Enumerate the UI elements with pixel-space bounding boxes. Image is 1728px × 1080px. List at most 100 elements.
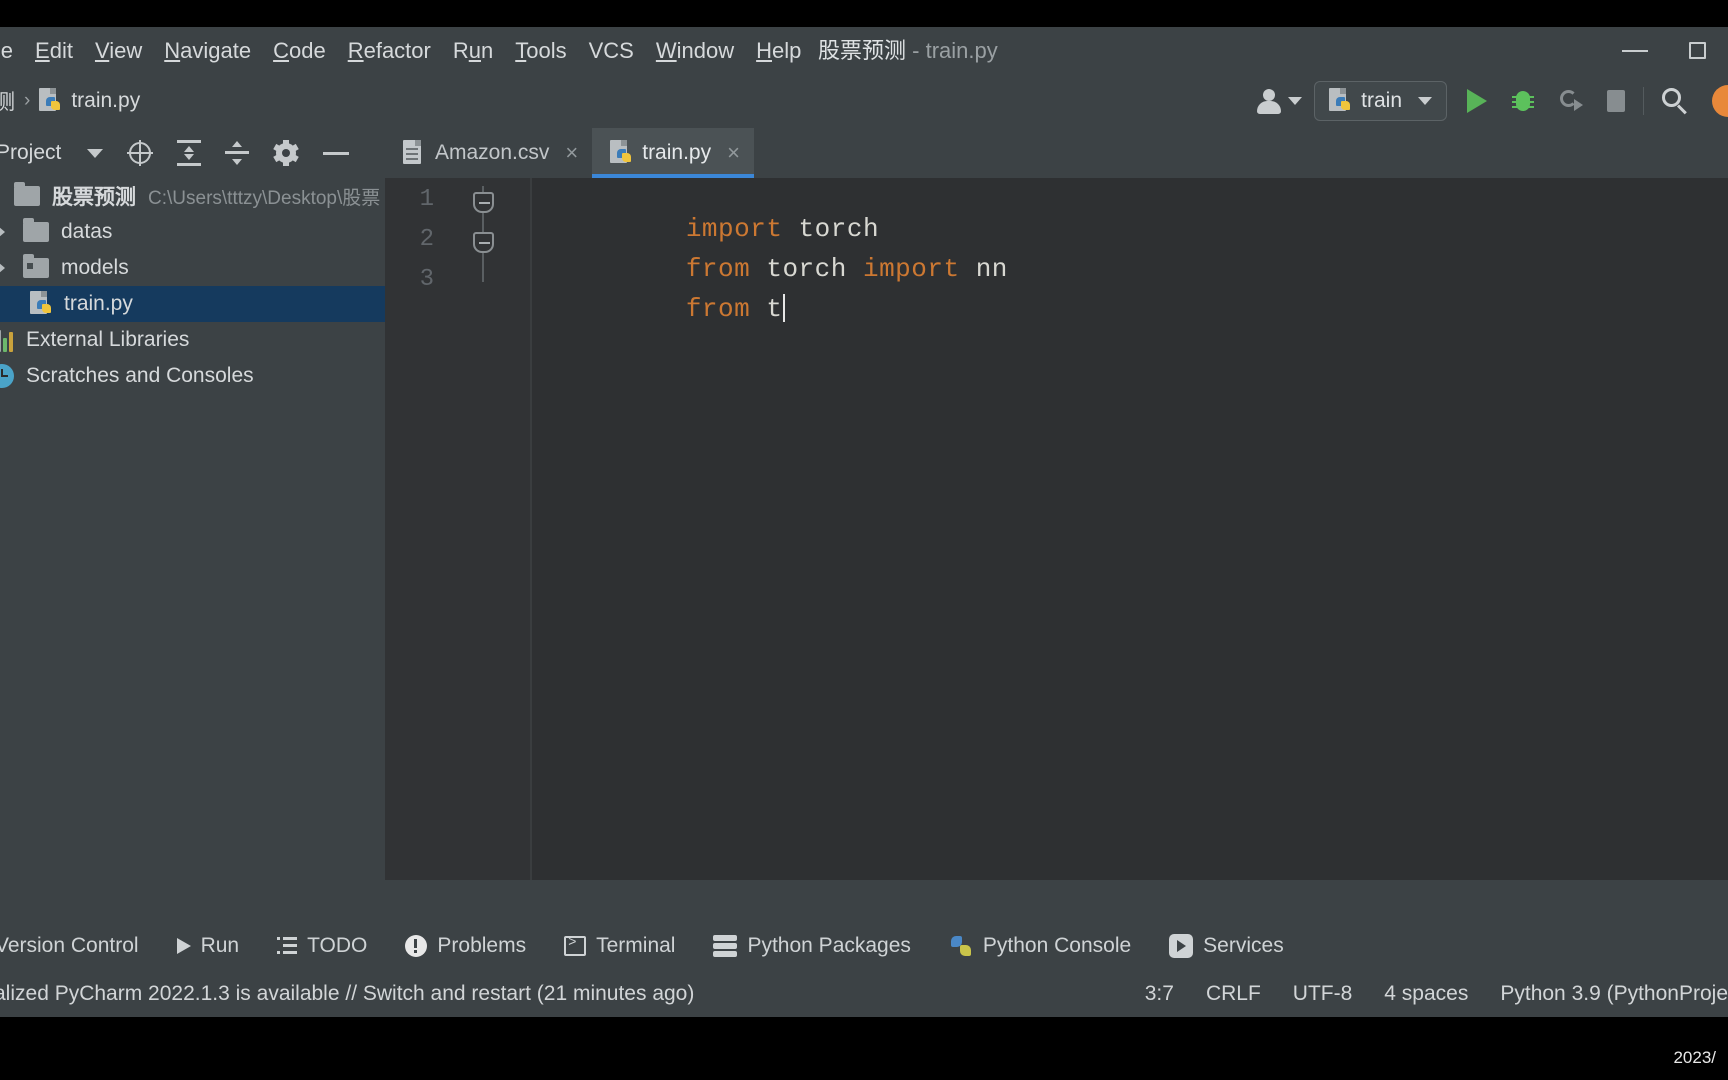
run-button[interactable] — [1455, 74, 1499, 128]
chevron-right-icon[interactable] — [0, 262, 5, 274]
status-bar-right: 3:7 CRLF UTF-8 4 spaces Python 3.9 (Pyth… — [1129, 970, 1728, 1017]
caret-position-indicator[interactable]: 3:7 — [1129, 982, 1190, 1006]
folder-module-icon — [23, 254, 49, 278]
run-icon — [1467, 89, 1487, 113]
tree-item-train-py[interactable]: train.py — [0, 286, 385, 322]
python-file-icon — [39, 88, 61, 114]
run-configuration-label: train — [1361, 89, 1402, 112]
tool-window-bar: Version Control Run TODO Problems Termin… — [0, 922, 1728, 970]
interpreter-indicator[interactable]: Python 3.9 (PythonProje — [1484, 982, 1728, 1006]
tree-item-external-libraries[interactable]: External Libraries — [0, 322, 385, 358]
tool-window-python-packages[interactable]: Python Packages — [694, 934, 929, 958]
indent-indicator[interactable]: 4 spaces — [1368, 982, 1484, 1006]
maximize-button[interactable] — [1666, 27, 1728, 74]
code-editor[interactable]: 1 2 3 import torch from torch import nn … — [385, 178, 1728, 880]
search-icon — [1662, 88, 1688, 115]
toolbar-divider — [1643, 87, 1644, 115]
chevron-down-icon — [1288, 97, 1303, 105]
fold-marker-icon[interactable] — [473, 232, 494, 253]
tree-item-scratches[interactable]: Scratches and Consoles — [0, 358, 385, 394]
tool-window-version-control[interactable]: Version Control — [0, 934, 158, 958]
gear-icon[interactable] — [273, 140, 300, 166]
hide-panel-icon[interactable] — [323, 151, 350, 155]
services-icon — [1169, 934, 1194, 958]
editor-bottom-filler — [0, 880, 1728, 922]
debug-button[interactable] — [1499, 74, 1547, 128]
window-title-separator: - — [906, 38, 926, 63]
project-tree: 股票预测 C:\Users\tttzy\Desktop\股票 datas mod… — [0, 178, 385, 1050]
code-text-area[interactable]: import torch from torch import nn from t — [532, 178, 1728, 880]
tool-window-problems[interactable]: Problems — [386, 934, 545, 958]
menu-code[interactable]: Code — [262, 27, 337, 74]
menu-edit[interactable]: Edit — [24, 27, 84, 74]
project-panel-title[interactable]: Project — [0, 141, 61, 165]
menu-run[interactable]: Run — [442, 27, 504, 74]
account-button[interactable] — [1244, 74, 1314, 128]
csv-file-icon — [403, 140, 425, 166]
tree-item-models[interactable]: models — [0, 250, 385, 286]
chevron-down-icon[interactable] — [87, 148, 104, 158]
tool-window-python-console[interactable]: Python Console — [930, 934, 1150, 958]
fold-marker-icon[interactable] — [473, 192, 494, 213]
code-token-identifier: nn — [959, 254, 1008, 284]
tool-window-run[interactable]: Run — [158, 934, 259, 958]
main-toolbar: train — [1244, 74, 1728, 128]
tree-item-datas[interactable]: datas — [0, 214, 385, 250]
folder-icon — [23, 218, 49, 242]
code-token-keyword: from — [685, 294, 751, 324]
tool-window-label: Terminal — [596, 934, 676, 957]
tool-window-services[interactable]: Services — [1150, 934, 1303, 958]
line-number: 3 — [419, 266, 434, 293]
chevron-right-icon[interactable] — [0, 226, 5, 238]
tool-window-todo[interactable]: TODO — [258, 934, 386, 958]
packages-icon — [713, 935, 738, 957]
menu-help[interactable]: Help — [745, 27, 812, 74]
breadcrumb-file[interactable]: train.py — [71, 89, 140, 113]
menu-window[interactable]: Window — [645, 27, 745, 74]
status-message[interactable]: alized PyCharm 2022.1.3 is available // … — [0, 982, 694, 1006]
menu-help-label: elp — [772, 38, 802, 63]
expand-all-icon[interactable] — [177, 140, 202, 166]
screen-top-bezel — [0, 0, 1728, 27]
encoding-indicator[interactable]: UTF-8 — [1277, 982, 1369, 1006]
search-everywhere-button[interactable] — [1650, 74, 1700, 128]
tool-window-terminal[interactable]: Terminal — [545, 934, 694, 958]
minimize-button[interactable] — [1604, 27, 1666, 74]
tool-window-label: TODO — [307, 934, 368, 957]
breadcrumb-project[interactable]: 测 — [0, 86, 15, 116]
editor-gutter[interactable]: 1 2 3 — [385, 178, 530, 880]
tab-amazon-csv[interactable]: Amazon.csv × — [385, 128, 592, 178]
project-panel-header: Project — [0, 128, 385, 178]
menu-vcs[interactable]: VCS — [578, 27, 645, 74]
close-icon[interactable]: × — [727, 140, 740, 166]
tree-item-project-root[interactable]: 股票预测 C:\Users\tttzy\Desktop\股票 — [0, 178, 385, 214]
tool-window-label: Python Console — [982, 934, 1132, 957]
menu-window-label: indow — [676, 38, 735, 63]
coverage-button[interactable] — [1547, 74, 1595, 128]
locate-file-icon[interactable] — [127, 140, 154, 166]
folder-icon — [14, 182, 40, 206]
line-separator-indicator[interactable]: CRLF — [1190, 982, 1277, 1006]
menu-refactor[interactable]: Refactor — [337, 27, 442, 74]
menu-tools[interactable]: Tools — [504, 27, 577, 74]
run-configuration-selector[interactable]: train — [1314, 81, 1447, 121]
collapse-all-icon[interactable] — [225, 140, 250, 166]
stop-icon — [1607, 90, 1625, 112]
menu-file[interactable]: ile — [0, 27, 24, 74]
window-title-file: train.py — [925, 38, 998, 63]
menu-navigate[interactable]: Navigate — [153, 27, 262, 74]
notification-icon — [1712, 85, 1728, 117]
close-icon[interactable]: × — [565, 140, 578, 166]
minimize-icon — [1622, 49, 1648, 52]
window-title-project: 股票预测 — [818, 38, 907, 63]
menu-file-label: ile — [0, 38, 14, 63]
menu-view[interactable]: View — [84, 27, 153, 74]
notification-button[interactable] — [1700, 74, 1728, 128]
tab-label: Amazon.csv — [435, 141, 550, 164]
tab-train-py[interactable]: train.py × — [592, 128, 754, 178]
tool-window-label: Python Packages — [747, 934, 911, 957]
menu-refactor-label: efactor — [363, 38, 431, 63]
code-line-3: from t — [557, 264, 786, 354]
stop-button[interactable] — [1595, 74, 1637, 128]
pycharm-window: ile Edit View Navigate Code Refactor Run… — [0, 0, 1728, 1080]
